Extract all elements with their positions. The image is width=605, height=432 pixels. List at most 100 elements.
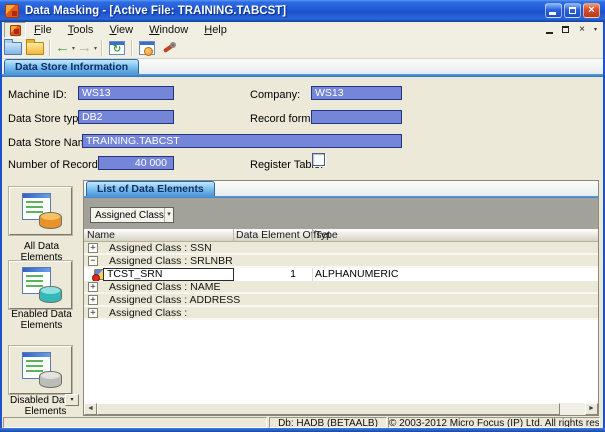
alert-window-icon	[139, 41, 155, 55]
menu-help[interactable]: Help	[196, 23, 235, 37]
record-format-field[interactable]	[311, 110, 402, 124]
machine-id-field[interactable]: WS13	[78, 86, 174, 100]
collapse-toggle[interactable]: −	[88, 256, 98, 266]
horizontal-scrollbar[interactable]: ◄ ►	[84, 403, 598, 415]
settings-button[interactable]	[159, 39, 179, 57]
status-bar: Db: HADB (BETAALB) © 2003-2012 Micro Foc…	[2, 416, 603, 428]
window-border-left	[0, 20, 2, 432]
minimize-icon	[549, 12, 556, 15]
menu-tools[interactable]: Tools	[60, 23, 102, 37]
open-file-button[interactable]	[3, 39, 23, 57]
sidebar: All Data Elements Enabled Data Elements …	[2, 182, 82, 416]
tabstrip-underline	[2, 74, 603, 77]
enabled-data-elements-icon	[20, 267, 62, 303]
column-separator	[312, 268, 313, 281]
group-label: Assigned Class : ADDRESS	[109, 294, 240, 306]
refresh-button[interactable]: ↻	[107, 39, 127, 57]
disabled-data-elements-button[interactable]	[9, 346, 72, 394]
back-button[interactable]: ← ▾	[55, 39, 75, 57]
expand-toggle[interactable]: +	[88, 295, 98, 305]
window-controls: ×	[545, 3, 600, 18]
scrollbar-thumb[interactable]	[97, 403, 560, 415]
status-db: Db: HADB (BETAALB)	[269, 417, 387, 428]
back-arrow-icon: ←	[55, 40, 70, 56]
table-row-group-srlnbr[interactable]: − Assigned Class : SRLNBR	[84, 255, 598, 268]
tab-data-store-information[interactable]: Data Store Information	[4, 59, 139, 74]
menu-view[interactable]: View	[101, 23, 141, 37]
close-icon: ×	[584, 4, 599, 17]
toolbar: ← ▾ → ▾ ↻	[2, 38, 603, 59]
group-by-bar: Assigned Class ▾	[84, 198, 598, 229]
disabled-data-elements-icon	[20, 352, 62, 388]
elements-table: + Assigned Class : SSN − Assigned Class …	[84, 242, 598, 403]
restore-button[interactable]	[564, 3, 581, 18]
data-elements-panel: List of Data Elements Assigned Class ▾ N…	[83, 180, 599, 416]
table-row-group-unassigned[interactable]: + Assigned Class :	[84, 307, 598, 320]
all-data-elements-label: All Data Elements	[2, 241, 81, 263]
mdi-close-button[interactable]: ×	[576, 24, 588, 36]
database-icon	[39, 212, 62, 229]
column-separator	[312, 229, 313, 242]
table-row-group-ssn[interactable]: + Assigned Class : SSN	[84, 242, 598, 255]
wrench-icon	[161, 41, 177, 55]
mdi-restore-button[interactable]	[560, 24, 572, 36]
expand-toggle[interactable]: +	[88, 282, 98, 292]
chevron-down-icon: ▾	[164, 208, 173, 222]
menu-window[interactable]: Window	[141, 23, 196, 37]
register-table-checkbox[interactable]	[312, 153, 325, 166]
app-icon	[5, 4, 19, 18]
titlebar[interactable]: Data Masking - [Active File: TRAINING.TA…	[0, 0, 605, 22]
back-dropdown-icon: ▾	[72, 45, 75, 52]
column-header-name[interactable]: Name	[87, 229, 115, 242]
table-row-element[interactable]: TCST_SRN 1 ALPHANUMERIC	[84, 268, 598, 281]
enabled-data-elements-label: Enabled Data Elements	[2, 309, 81, 331]
table-row-group-address[interactable]: + Assigned Class : ADDRESS	[84, 294, 598, 307]
enabled-data-elements-button[interactable]	[9, 261, 72, 309]
open-file-icon	[4, 42, 22, 55]
mdi-window-controls: × ▾	[544, 23, 599, 37]
data-store-type-label: Data Store type:	[8, 113, 88, 125]
assigned-class-dropdown[interactable]: Assigned Class ▾	[90, 207, 174, 223]
toolbar-separator	[49, 40, 51, 56]
menu-file[interactable]: File	[26, 23, 60, 37]
minimize-button[interactable]	[545, 3, 562, 18]
expand-toggle[interactable]: +	[88, 308, 98, 318]
element-offset-cell: 1	[234, 268, 296, 281]
mdi-minimize-button[interactable]	[544, 24, 556, 36]
toolbar-separator	[101, 40, 103, 56]
expand-toggle[interactable]: +	[88, 243, 98, 253]
number-of-records-label: Number of Records:	[8, 159, 106, 171]
element-name-input[interactable]: TCST_SRN	[103, 268, 234, 281]
window-border-bottom	[0, 428, 605, 432]
scroll-left-button[interactable]: ◄	[84, 403, 97, 415]
number-of-records-field[interactable]: 40 000	[98, 156, 174, 170]
all-data-elements-button[interactable]	[9, 187, 72, 235]
company-field[interactable]: WS13	[311, 86, 402, 100]
restore-icon	[569, 7, 576, 14]
alerts-button[interactable]	[137, 39, 157, 57]
status-segment-empty	[3, 417, 267, 428]
scroll-right-button[interactable]: ►	[585, 403, 598, 415]
app-window: Data Masking - [Active File: TRAINING.TA…	[0, 0, 605, 432]
forward-button[interactable]: → ▾	[77, 39, 97, 57]
table-row-group-name[interactable]: + Assigned Class : NAME	[84, 281, 598, 294]
group-label: Assigned Class :	[109, 307, 187, 319]
open-folder-button[interactable]	[25, 39, 45, 57]
close-button[interactable]: ×	[583, 3, 600, 18]
disabled-elements-dropdown-button[interactable]: ▾	[65, 394, 79, 406]
database-icon	[39, 371, 62, 388]
machine-id-label: Machine ID:	[8, 89, 67, 101]
data-store-type-field[interactable]: DB2	[78, 110, 174, 124]
data-store-tabstrip: Data Store Information	[2, 59, 603, 77]
alert-dot-icon	[144, 47, 153, 56]
assigned-class-dropdown-label: Assigned Class	[91, 210, 164, 221]
tab-list-of-data-elements[interactable]: List of Data Elements	[86, 181, 215, 196]
element-type-cell: ALPHANUMERIC	[315, 268, 398, 281]
column-header-type[interactable]: Type	[315, 229, 338, 242]
data-store-name-field[interactable]: TRAINING.TABCST	[82, 134, 402, 148]
table-header: Name Data Element Offset Type	[84, 229, 598, 242]
toolbar-overflow-chevron[interactable]: ▾	[592, 24, 599, 36]
menu-bar: File Tools View Window Help × ▾	[2, 22, 603, 39]
column-separator	[233, 229, 234, 242]
forward-arrow-icon: →	[77, 40, 92, 56]
